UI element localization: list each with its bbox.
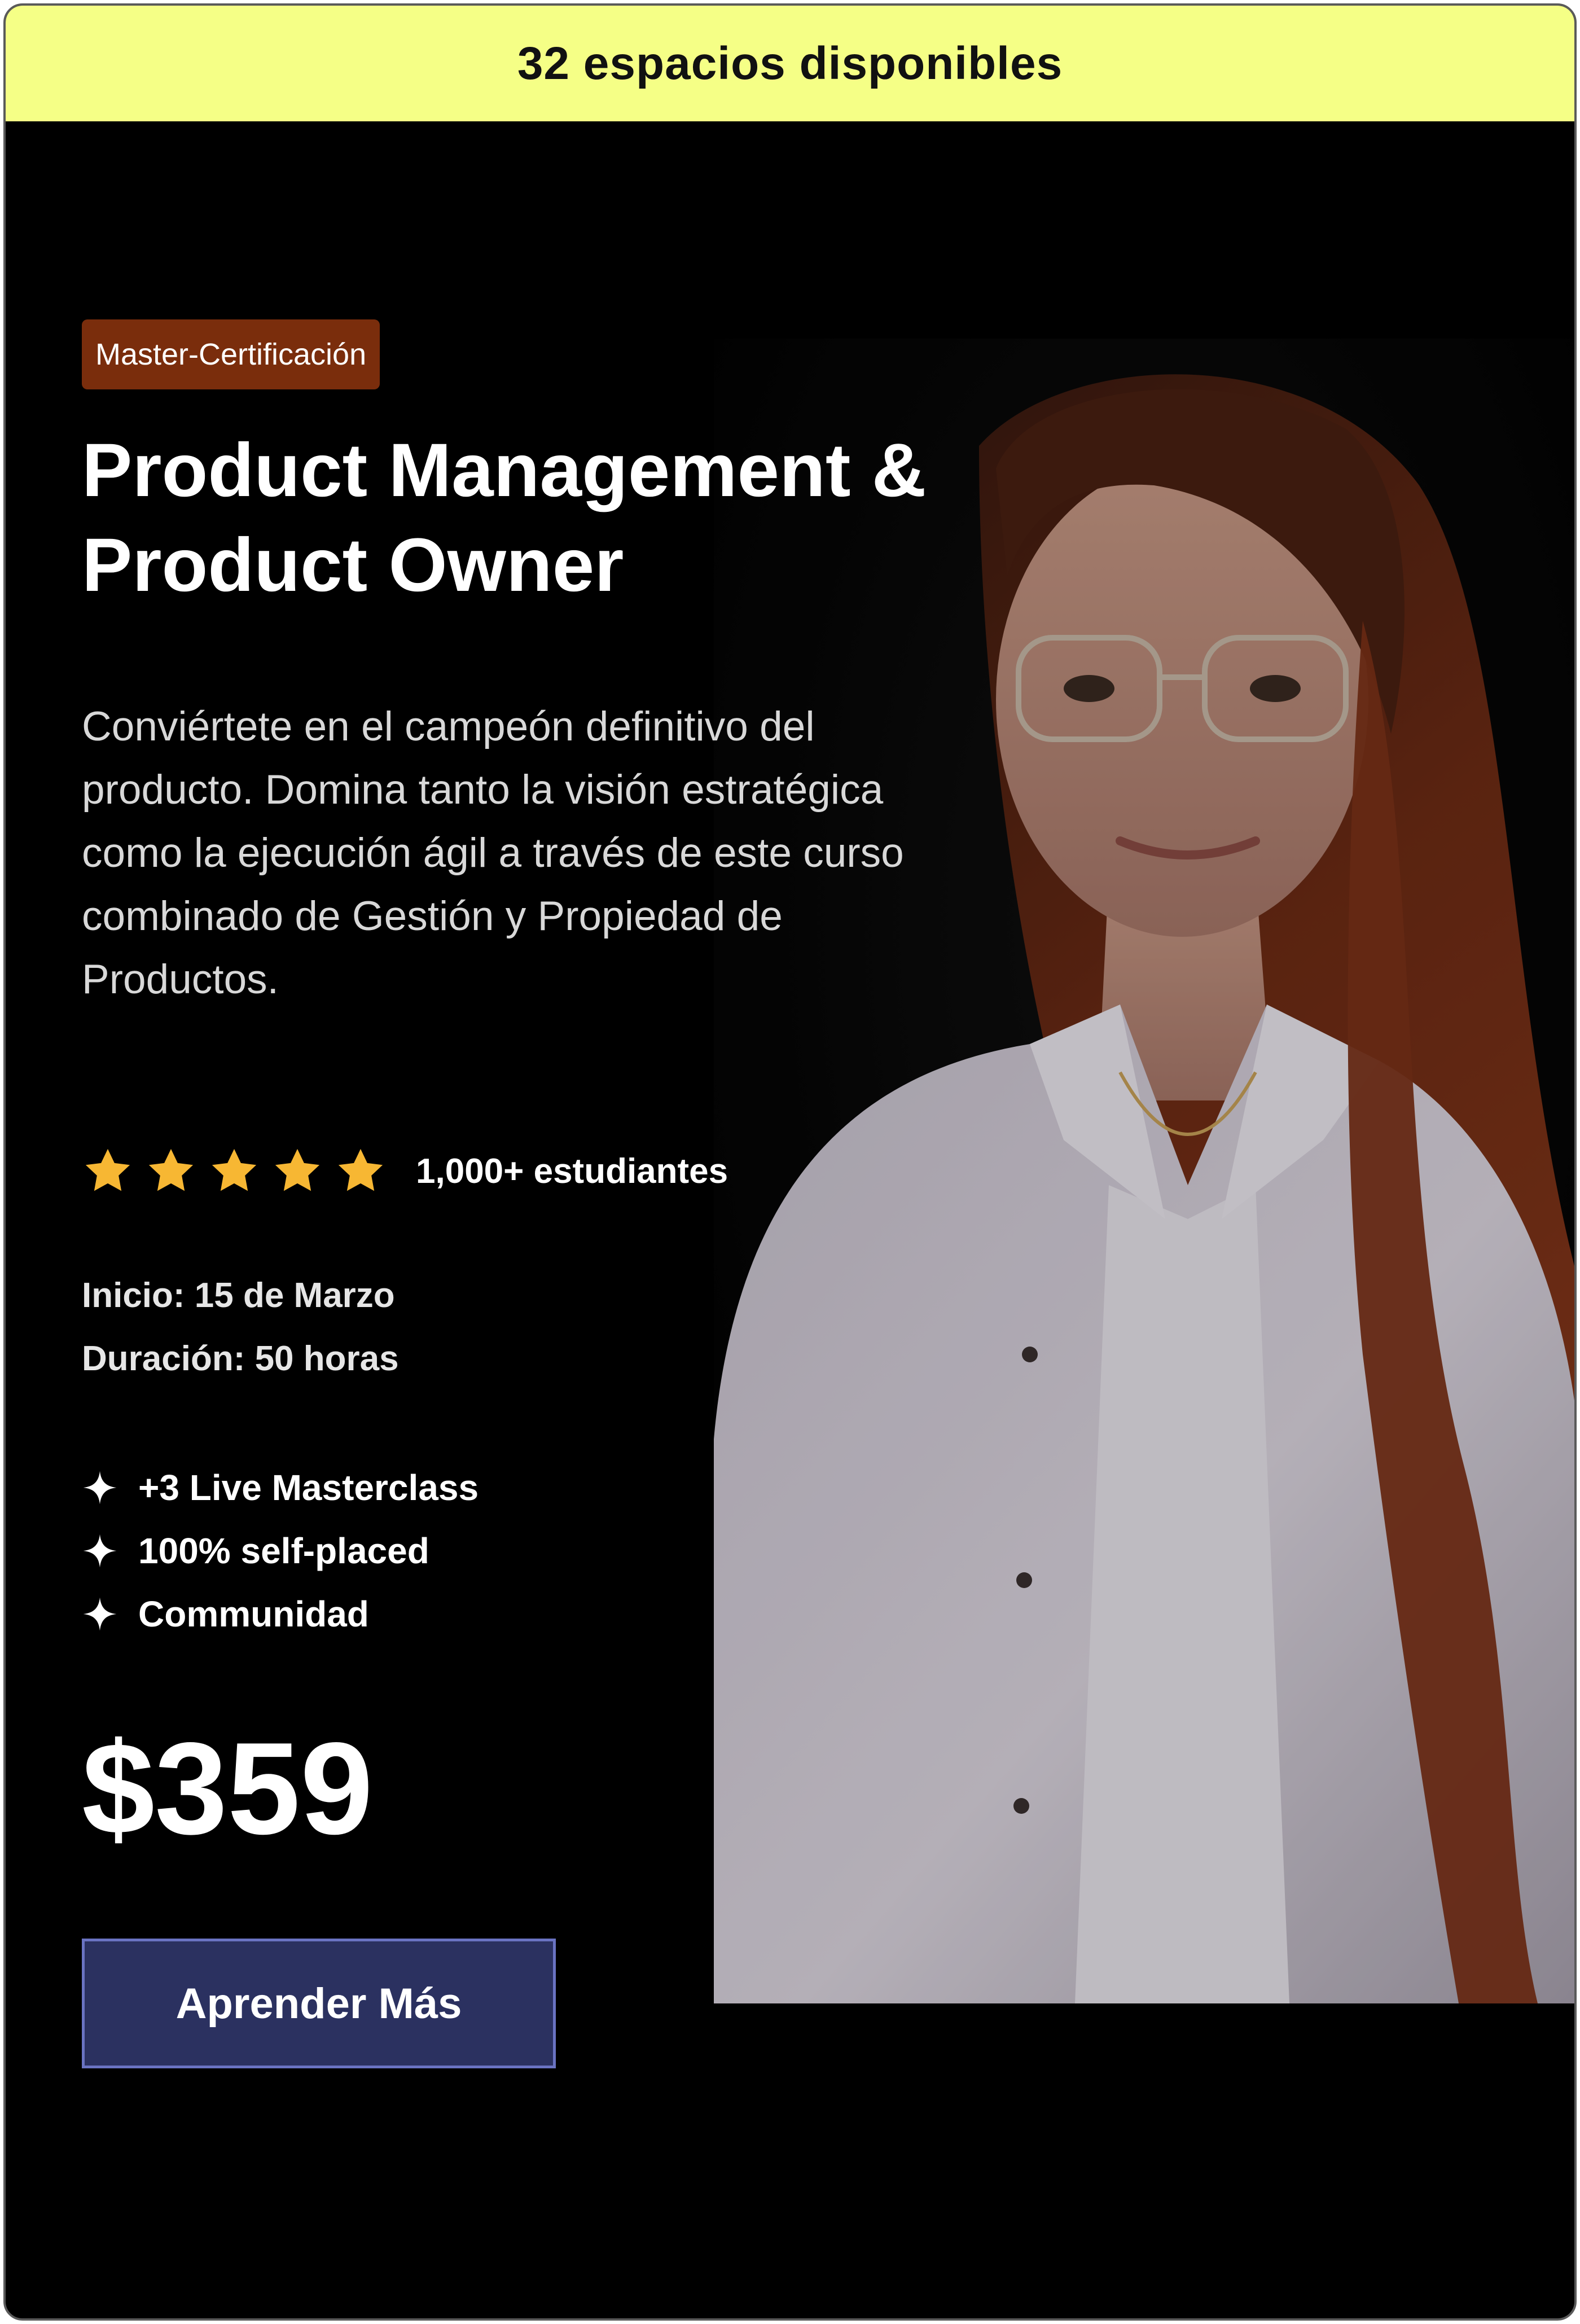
course-title-line-2: Product Owner <box>82 523 624 607</box>
course-title-line-1: Product Management & <box>82 428 927 512</box>
feature-label: 100% self-placed <box>138 1531 429 1571</box>
feature-label: +3 Live Masterclass <box>138 1467 479 1508</box>
course-title: Product Management & Product Owner <box>82 423 1041 613</box>
feature-label: Communidad <box>138 1594 369 1634</box>
star-rating <box>82 1145 398 1197</box>
star-icon <box>208 1145 260 1197</box>
students-count: 1,000+ estudiantes <box>416 1151 728 1191</box>
list-item: 100% self-placed <box>82 1519 479 1582</box>
duration: Duración: 50 horas <box>82 1339 399 1378</box>
rating-row: 1,000+ estudiantes <box>82 1140 728 1202</box>
availability-text: 32 espacios disponibles <box>517 37 1063 89</box>
feature-list: +3 Live Masterclass 100% self-placed Com… <box>82 1456 479 1646</box>
sparkle-icon <box>82 1470 118 1506</box>
sparkle-icon <box>82 1596 118 1632</box>
star-icon <box>335 1145 387 1197</box>
sparkle-icon <box>82 1533 118 1569</box>
course-card: 32 espacios disponibles Master-Certifica… <box>3 3 1577 2321</box>
certification-badge: Master-Certificación <box>82 319 380 389</box>
list-item: Communidad <box>82 1582 479 1646</box>
course-price: $359 <box>82 1716 374 1862</box>
star-icon <box>145 1145 197 1197</box>
star-icon <box>271 1145 323 1197</box>
star-icon <box>82 1145 134 1197</box>
badge-label: Master-Certificación <box>95 337 367 371</box>
start-date: Inicio: 15 de Marzo <box>82 1276 395 1315</box>
course-schedule: Inicio: 15 de Marzo Duración: 50 horas <box>82 1264 399 1391</box>
availability-banner: 32 espacios disponibles <box>6 6 1574 121</box>
learn-more-button[interactable]: Aprender Más <box>82 1939 556 2068</box>
course-description: Conviértete en el campeón definitivo del… <box>82 704 904 1002</box>
list-item: +3 Live Masterclass <box>82 1456 479 1519</box>
